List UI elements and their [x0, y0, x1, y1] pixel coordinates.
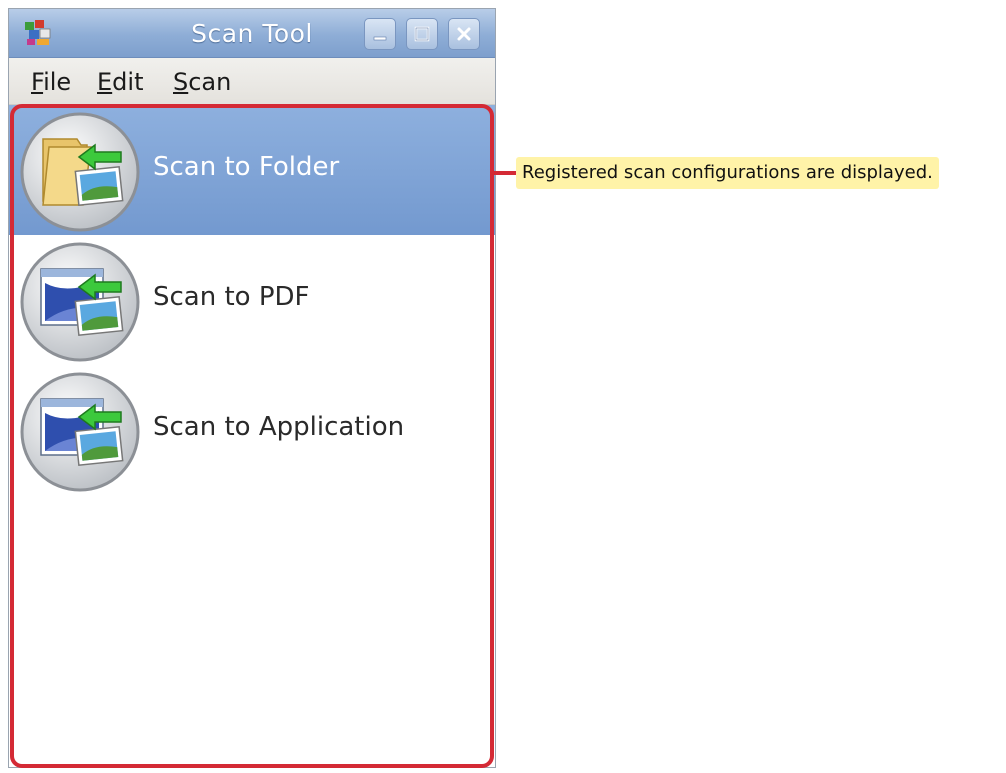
menu-file-mnemonic: F: [31, 68, 44, 96]
config-label: Scan to Folder: [153, 152, 340, 182]
scan-to-pdf-icon: [20, 242, 140, 362]
menu-edit[interactable]: Edit: [97, 68, 143, 96]
menu-file-label: ile: [43, 68, 72, 96]
menu-scan[interactable]: Scan: [173, 68, 231, 96]
minimize-button[interactable]: [364, 18, 396, 50]
close-button[interactable]: [448, 18, 480, 50]
menu-edit-mnemonic: E: [97, 68, 113, 96]
scan-configuration-list[interactable]: Scan to Folder Scan to PDF Scan to Appli…: [9, 105, 495, 767]
menu-file[interactable]: File: [31, 68, 71, 96]
scan-to-application-icon: [20, 372, 140, 492]
menu-scan-label: can: [188, 68, 232, 96]
scan-to-folder-icon: [20, 112, 140, 232]
config-label: Scan to PDF: [153, 282, 310, 312]
annotation-leader-line: [494, 171, 518, 175]
menu-bar: File Edit Scan: [9, 58, 495, 105]
config-item-scan-to-folder[interactable]: Scan to Folder: [9, 105, 495, 235]
maximize-button[interactable]: [406, 18, 438, 50]
minimize-icon: [373, 36, 387, 41]
menu-edit-label: dit: [112, 68, 144, 96]
config-item-scan-to-pdf[interactable]: Scan to PDF: [9, 235, 495, 365]
title-bar[interactable]: Scan Tool: [9, 9, 495, 58]
annotation-callout: Registered scan configurations are displ…: [516, 157, 939, 189]
scan-tool-window: Scan Tool File Edit Scan Scan to Folder …: [8, 8, 496, 768]
close-icon: [457, 27, 471, 41]
config-label: Scan to Application: [153, 412, 405, 442]
config-item-scan-to-application[interactable]: Scan to Application: [9, 365, 495, 495]
maximize-icon: [414, 26, 430, 42]
menu-scan-mnemonic: S: [173, 68, 189, 96]
